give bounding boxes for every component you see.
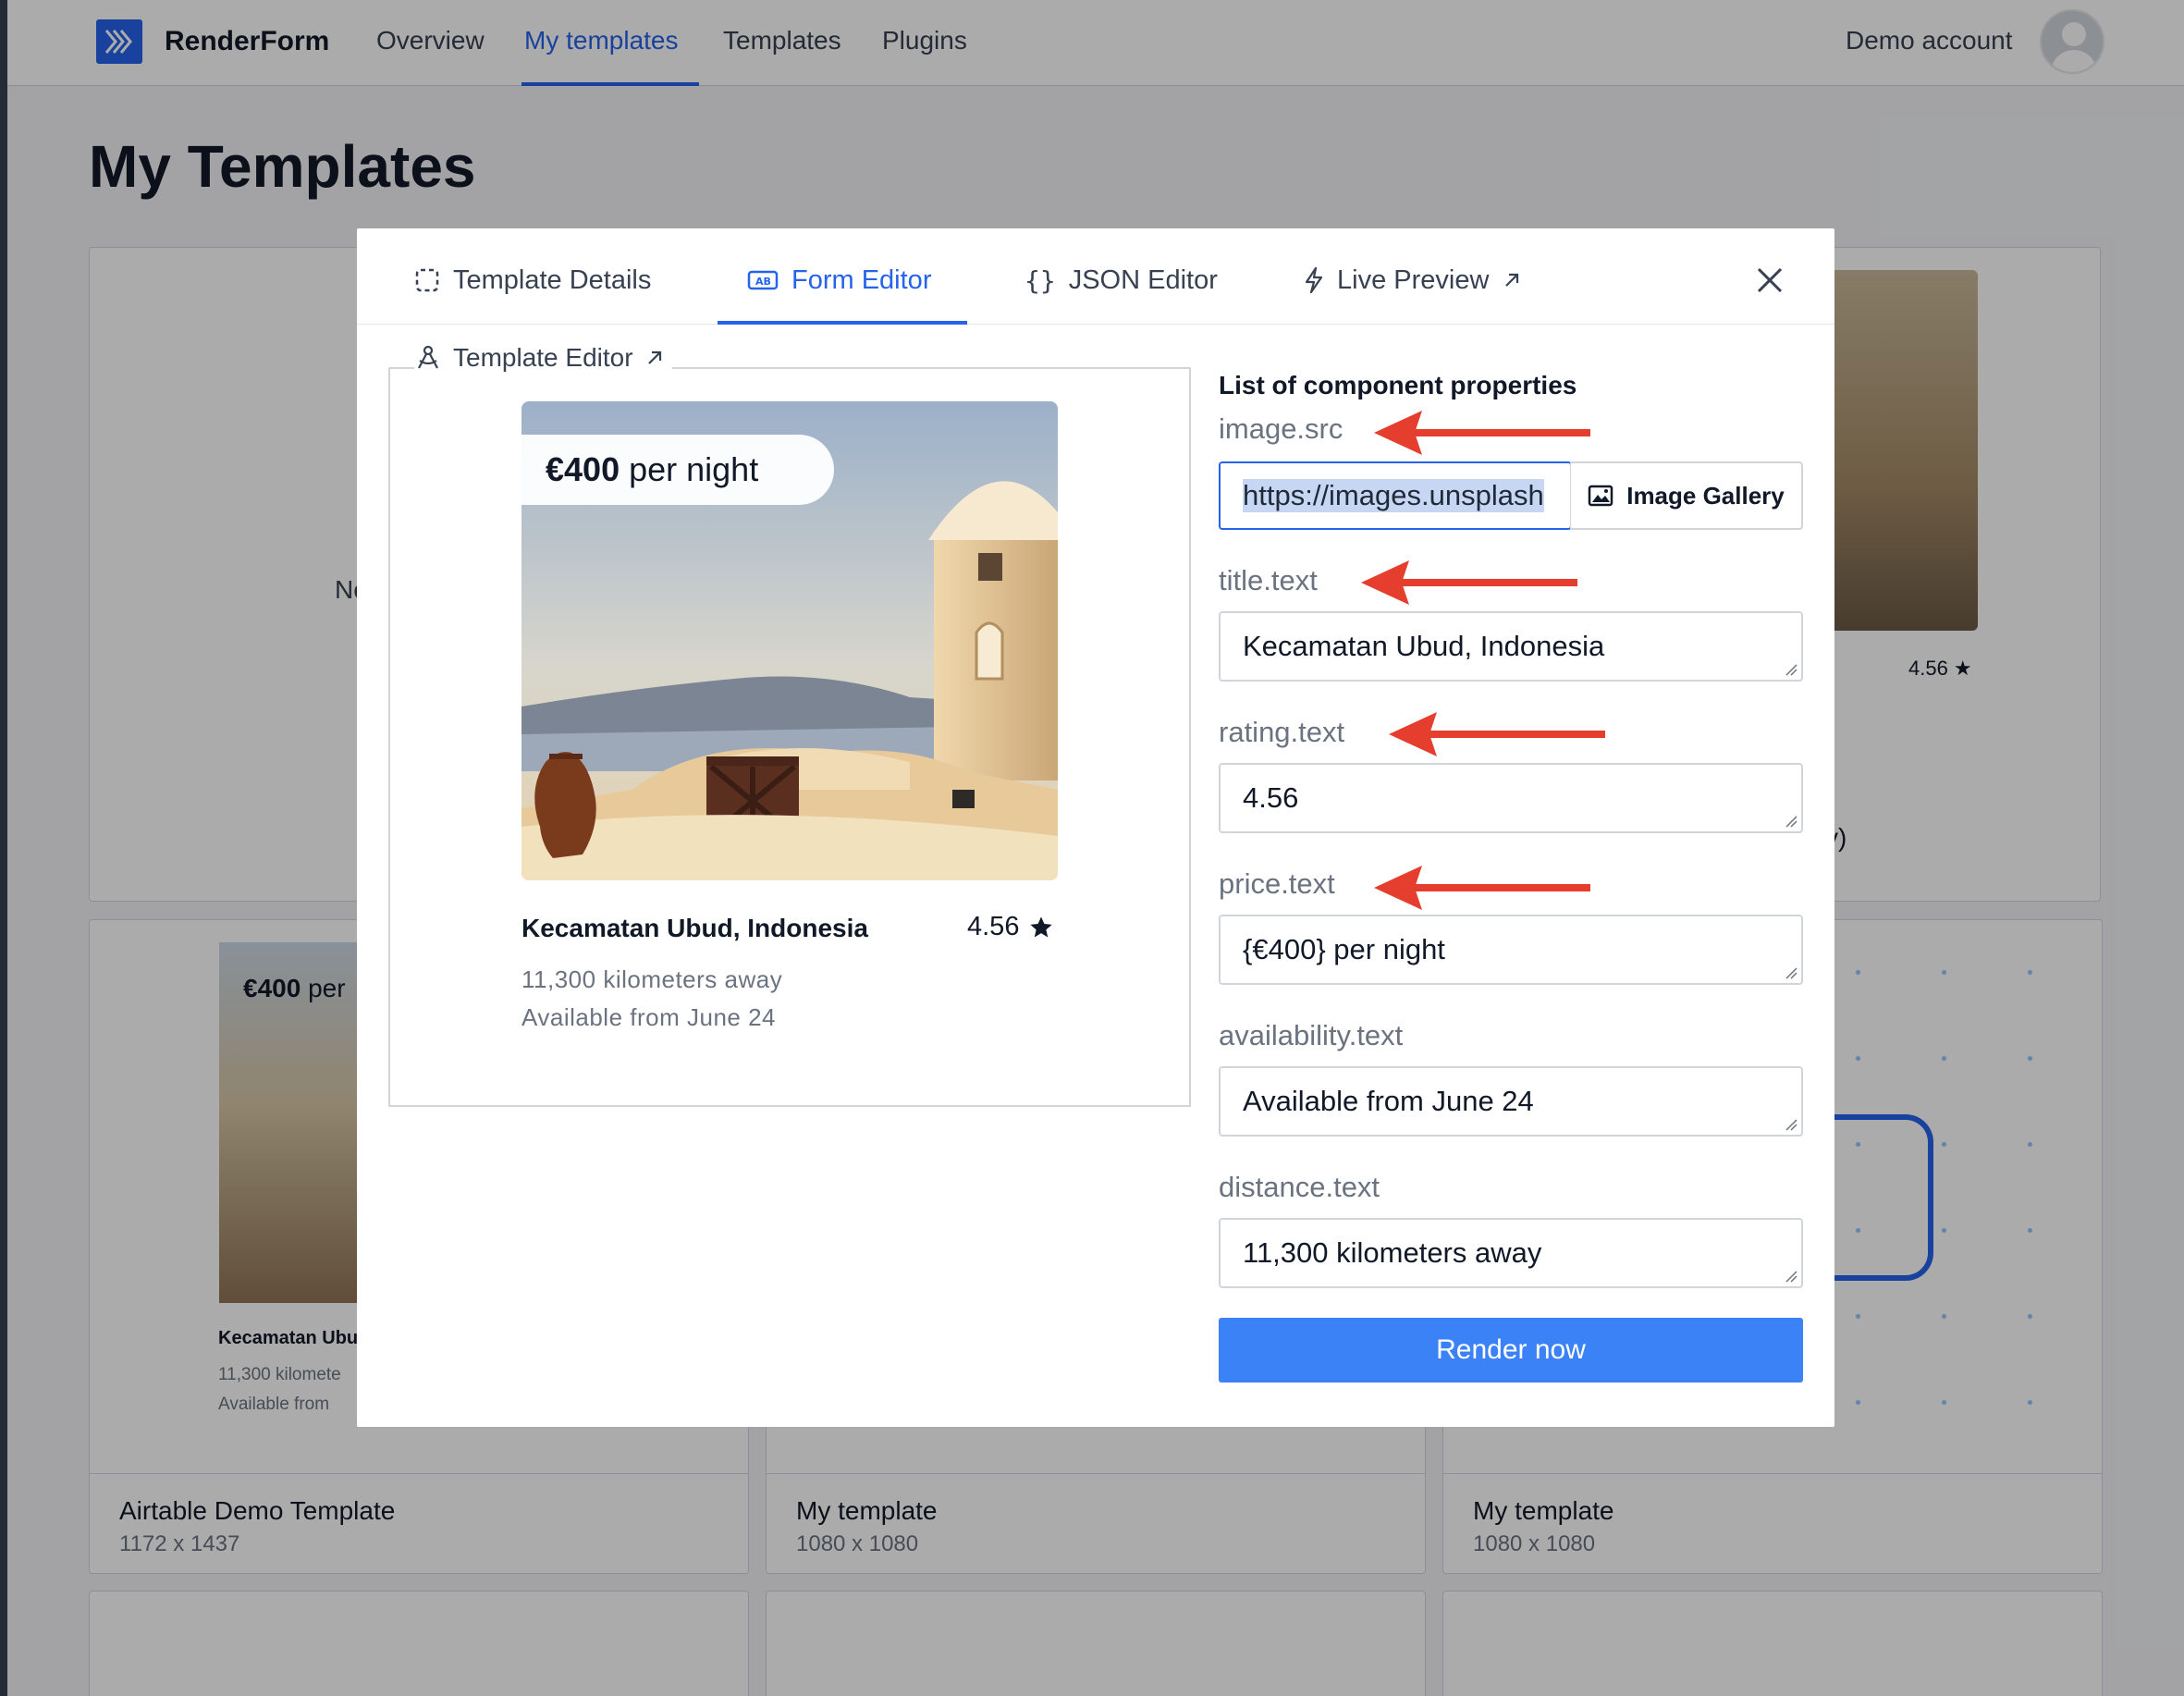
lightning-icon	[1305, 266, 1323, 294]
rating-value: 4.56	[967, 912, 1020, 941]
resize-handle-icon[interactable]	[1785, 966, 1798, 979]
field-label-distance-text: distance.text	[1219, 1171, 1380, 1203]
price-pill: €400 per night	[521, 435, 834, 505]
modal-tabs: Template Details AB Form Editor {} JSON …	[357, 228, 1834, 325]
field-label-price-text: price.text	[1219, 867, 1335, 900]
image-src-input[interactable]: https://images.unsplash	[1219, 461, 1572, 530]
field-label-image-src: image.src	[1219, 412, 1344, 445]
tab-label: JSON Editor	[1068, 264, 1218, 295]
price-amount: €400	[546, 450, 620, 488]
preview-availability: Available from June 24	[521, 1003, 777, 1031]
field-value: 11,300 kilometers away	[1243, 1236, 1542, 1269]
image-gallery-button[interactable]: Image Gallery	[1570, 461, 1803, 530]
resize-handle-icon[interactable]	[1785, 1270, 1798, 1283]
star-icon	[1030, 916, 1053, 937]
resize-handle-icon[interactable]	[1785, 663, 1798, 676]
field-label-rating-text: rating.text	[1219, 716, 1345, 748]
tab-label: Template Details	[453, 264, 652, 295]
form-heading: List of component properties	[1219, 371, 1577, 399]
annotation-arrow-icon	[1374, 866, 1590, 910]
close-icon[interactable]	[1751, 262, 1788, 299]
field-value: Available from June 24	[1243, 1085, 1534, 1117]
svg-text:AB: AB	[755, 276, 771, 288]
template-editor-label: Template Editor	[453, 343, 633, 372]
distance-text-input[interactable]: 11,300 kilometers away	[1219, 1218, 1803, 1288]
preview-hero-image: €400 per night	[521, 401, 1058, 880]
preview-distance: 11,300 kilometers away	[521, 965, 783, 993]
tab-form-editor[interactable]: AB Form Editor	[747, 262, 931, 299]
template-editor-link[interactable]: Template Editor	[414, 343, 672, 373]
annotation-arrow-icon	[1389, 712, 1605, 756]
image-gallery-label: Image Gallery	[1626, 481, 1785, 510]
render-now-button[interactable]: Render now	[1219, 1318, 1803, 1383]
price-text-input[interactable]: {€400} per night	[1219, 915, 1803, 985]
annotation-arrow-icon	[1361, 560, 1577, 605]
field-value: {€400} per night	[1243, 933, 1445, 965]
external-link-icon	[1505, 273, 1519, 287]
image-icon	[1588, 485, 1613, 507]
external-link-icon	[647, 350, 661, 364]
tab-label: Form Editor	[791, 264, 932, 295]
availability-text-input[interactable]: Available from June 24	[1219, 1066, 1803, 1137]
title-text-input[interactable]: Kecamatan Ubud, Indonesia	[1219, 611, 1803, 682]
resize-handle-icon[interactable]	[1785, 1118, 1798, 1131]
annotation-arrow-icon	[1374, 411, 1590, 455]
field-value: Kecamatan Ubud, Indonesia	[1243, 630, 1605, 662]
tab-label: Live Preview	[1337, 264, 1490, 295]
rating-text-input[interactable]: 4.56	[1219, 763, 1803, 833]
field-value: 4.56	[1243, 781, 1299, 814]
preview-title: Kecamatan Ubud, Indonesia	[521, 914, 868, 942]
field-label-title-text: title.text	[1219, 564, 1318, 596]
ab-field-icon: AB	[747, 270, 779, 290]
dashed-square-icon	[415, 268, 439, 292]
preview-rating: 4.56	[967, 912, 1054, 942]
selected-text: https://images.unsplash	[1243, 479, 1544, 512]
tab-json-editor[interactable]: {} JSON Editor	[1025, 262, 1218, 299]
price-unit: per night	[629, 450, 759, 488]
design-tool-icon	[418, 345, 438, 369]
resize-handle-icon[interactable]	[1785, 815, 1798, 828]
field-label-availability-text: availability.text	[1219, 1019, 1404, 1051]
braces-icon: {}	[1025, 264, 1056, 296]
tab-template-details[interactable]: Template Details	[414, 262, 651, 299]
tab-live-preview[interactable]: Live Preview	[1304, 262, 1522, 299]
